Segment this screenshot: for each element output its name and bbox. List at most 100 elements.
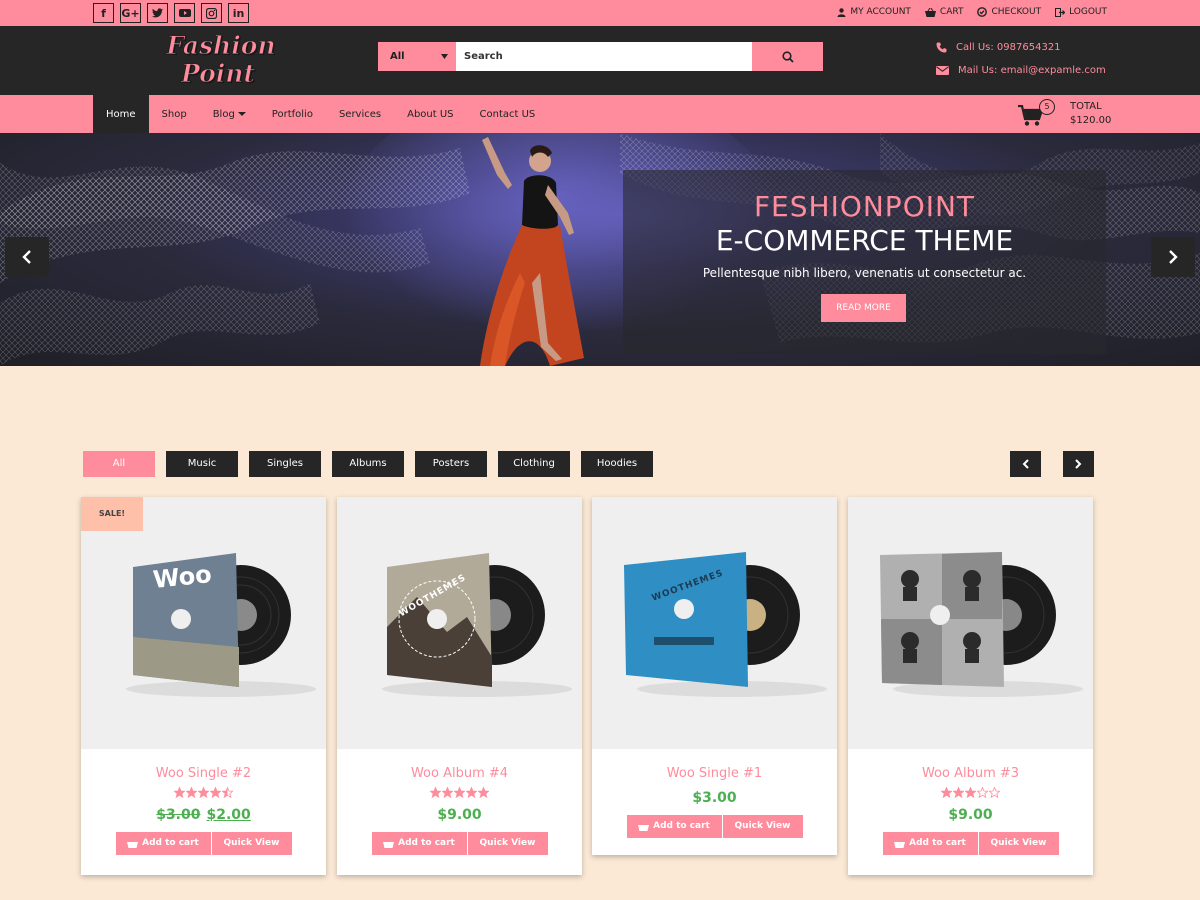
product-actions: Add to cart Quick View: [337, 832, 582, 855]
menu-item-services[interactable]: Services: [326, 95, 394, 133]
chevron-right-icon: [1169, 250, 1178, 264]
logo-line-1: Fashion: [166, 31, 276, 60]
filter-all[interactable]: All: [83, 451, 155, 477]
cart-label: CART: [939, 7, 964, 17]
star-icon: [174, 787, 185, 798]
logout-link[interactable]: LOGOUT: [1055, 7, 1107, 17]
basket-icon: [894, 842, 906, 848]
cart-total-label: TOTAL: [1070, 101, 1102, 112]
product-image[interactable]: [848, 497, 1093, 749]
youtube-icon[interactable]: [174, 3, 195, 23]
linkedin-icon[interactable]: in: [228, 3, 249, 23]
star-icon: [430, 787, 441, 798]
menu-item-home[interactable]: Home: [93, 95, 149, 133]
menu-item-shop[interactable]: Shop: [149, 95, 200, 133]
sale-badge: SALE!: [81, 497, 143, 531]
slider-next-button[interactable]: [1151, 237, 1195, 277]
product-card[interactable]: WOOTHEMES Woo Album #4 $9.00 Add to cart…: [337, 497, 582, 875]
search-icon: [781, 50, 794, 63]
star-icon: [989, 787, 1000, 798]
filter-posters[interactable]: Posters: [415, 451, 487, 477]
product-actions: Add to cart Quick View: [848, 832, 1093, 855]
basket-icon: [127, 842, 139, 848]
star-icon: [198, 787, 209, 798]
quick-view-button[interactable]: Quick View: [211, 832, 292, 855]
hero-slider: FESHIONPOINT E-COMMERCE THEME Pellentesq…: [0, 133, 1200, 366]
product-price: $9.00: [948, 807, 993, 823]
my-account-link[interactable]: MY ACCOUNT: [837, 7, 911, 17]
product-actions: Add to cart Quick View: [592, 815, 837, 838]
product-card[interactable]: Woo SALE! Woo Single #2 $3.00 $2.00 Add t…: [81, 497, 326, 875]
filter-hoodies[interactable]: Hoodies: [581, 451, 653, 477]
product-card[interactable]: WOOTHEMES Woo Single #1 $3.00 Add to car…: [592, 497, 837, 855]
basket-icon: [638, 825, 650, 831]
menu-item-blog[interactable]: Blog: [200, 95, 259, 133]
search-bar: All: [378, 42, 823, 71]
read-more-button[interactable]: READ MORE: [821, 294, 906, 322]
product-name[interactable]: Woo Single #1: [592, 766, 837, 781]
product-image[interactable]: WOOTHEMES: [337, 497, 582, 749]
phone-icon: [936, 42, 947, 53]
filter-music[interactable]: Music: [166, 451, 238, 477]
star-rating: [848, 787, 1093, 798]
product-card[interactable]: Woo Album #3 $9.00 Add to cart Quick Vie…: [848, 497, 1093, 875]
mini-cart[interactable]: 5: [1018, 99, 1058, 129]
search-category-select[interactable]: All: [378, 42, 456, 71]
chevron-left-icon: [22, 250, 31, 264]
product-price: $3.00 $2.00: [81, 807, 326, 823]
menu-item-about[interactable]: About US: [394, 95, 466, 133]
add-to-cart-button[interactable]: Add to cart: [371, 832, 468, 855]
basket-icon: [924, 7, 936, 17]
product-name[interactable]: Woo Single #2: [81, 766, 326, 781]
check-circle-icon: [977, 7, 988, 17]
filter-albums[interactable]: Albums: [332, 451, 404, 477]
phone-text: Call Us: 0987654321: [956, 42, 1061, 53]
menu: Home Shop Blog Portfolio Services About …: [93, 95, 548, 133]
vinyl-record-image: [126, 553, 316, 697]
products-prev-button[interactable]: [1010, 451, 1041, 477]
cart-total: TOTAL $120.00: [1070, 100, 1111, 128]
basket-icon: [383, 842, 395, 848]
add-to-cart-button[interactable]: Add to cart: [626, 815, 723, 838]
quick-view-button[interactable]: Quick View: [978, 832, 1059, 855]
menu-item-contact[interactable]: Contact US: [467, 95, 549, 133]
product-image[interactable]: WOOTHEMES: [592, 497, 837, 749]
dropdown-arrow-icon: [441, 54, 448, 59]
quick-view-button[interactable]: Quick View: [722, 815, 803, 838]
instagram-icon[interactable]: [201, 3, 222, 23]
account-links: MY ACCOUNT CART CHECKOUT LOGOUT: [837, 7, 1107, 17]
product-name[interactable]: Woo Album #4: [337, 766, 582, 781]
email-text: Mail Us: email@expamle.com: [958, 65, 1106, 76]
menu-item-portfolio[interactable]: Portfolio: [259, 95, 326, 133]
star-icon: [222, 787, 233, 798]
filter-clothing[interactable]: Clothing: [498, 451, 570, 477]
products-next-button[interactable]: [1063, 451, 1094, 477]
main-navigation: Home Shop Blog Portfolio Services About …: [0, 95, 1200, 133]
logo-line-2: Point: [180, 59, 256, 88]
logout-label: LOGOUT: [1069, 7, 1107, 17]
product-name[interactable]: Woo Album #3: [848, 766, 1093, 781]
phone-info: Call Us: 0987654321: [936, 42, 1061, 53]
search-button[interactable]: [752, 42, 823, 71]
star-icon: [953, 787, 964, 798]
filter-singles[interactable]: Singles: [249, 451, 321, 477]
slider-prev-button[interactable]: [5, 237, 49, 277]
search-input[interactable]: [456, 42, 752, 71]
site-logo[interactable]: Fashion Point: [146, 31, 296, 88]
star-icon: [941, 787, 952, 798]
site-header: Fashion Point All Call Us: 0987654321 Ma…: [0, 26, 1200, 95]
user-icon: [837, 7, 846, 17]
logout-icon: [1055, 7, 1066, 17]
add-to-cart-button[interactable]: Add to cart: [115, 832, 212, 855]
search-category-value: All: [390, 51, 405, 62]
add-to-cart-button[interactable]: Add to cart: [882, 832, 979, 855]
twitter-icon[interactable]: [147, 3, 168, 23]
checkout-link[interactable]: CHECKOUT: [977, 7, 1041, 17]
cart-link[interactable]: CART: [924, 7, 964, 17]
slide-caption: FESHIONPOINT E-COMMERCE THEME Pellentesq…: [623, 170, 1106, 354]
quick-view-button[interactable]: Quick View: [467, 832, 548, 855]
facebook-icon[interactable]: f: [93, 3, 114, 23]
product-image[interactable]: Woo SALE!: [81, 497, 326, 749]
star-icon: [466, 787, 477, 798]
google-plus-icon[interactable]: G+: [120, 3, 141, 23]
